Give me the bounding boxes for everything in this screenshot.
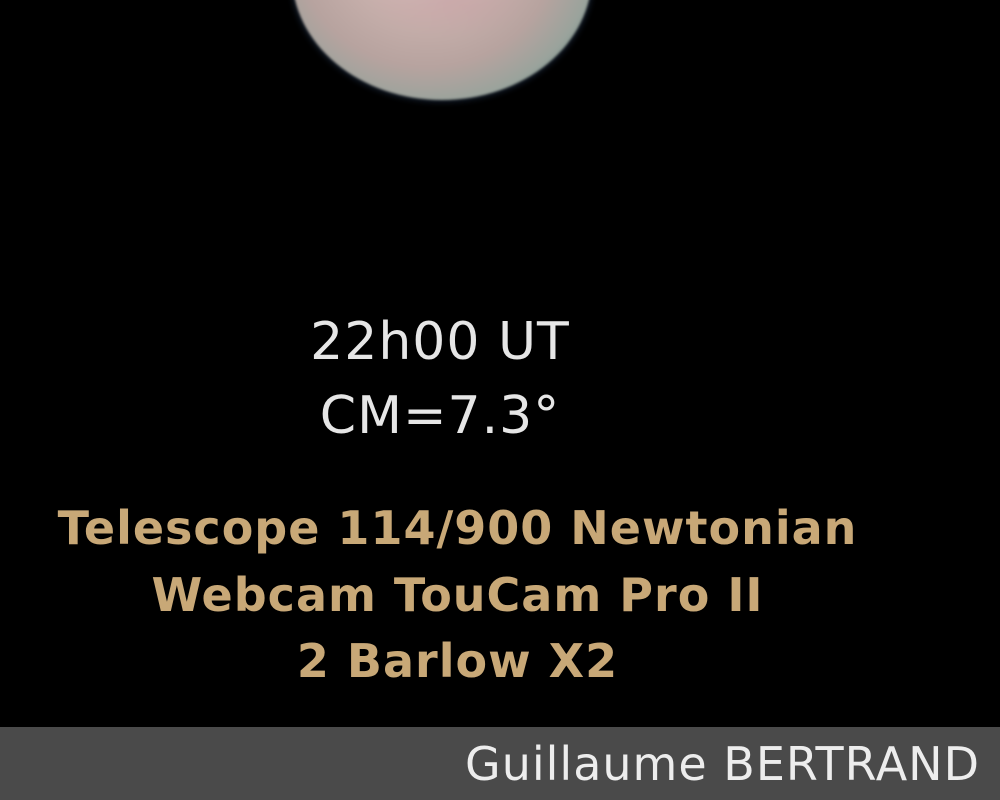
camera-info: Webcam TouCam Pro II bbox=[151, 568, 764, 622]
barlow-info: 2 Barlow X2 bbox=[296, 634, 619, 688]
credit-bar: Guillaume BERTRAND bbox=[0, 727, 1000, 800]
telescope-info: Telescope 114/900 Newtonian bbox=[57, 501, 858, 555]
central-meridian: CM=7.3° bbox=[319, 386, 561, 446]
astrophoto-canvas: 22h00 UT CM=7.3° Telescope 114/900 Newto… bbox=[0, 0, 1000, 800]
observation-time: 22h00 UT bbox=[310, 312, 570, 372]
author-credit: Guillaume BERTRAND bbox=[465, 737, 980, 791]
planet-image bbox=[292, 0, 592, 100]
